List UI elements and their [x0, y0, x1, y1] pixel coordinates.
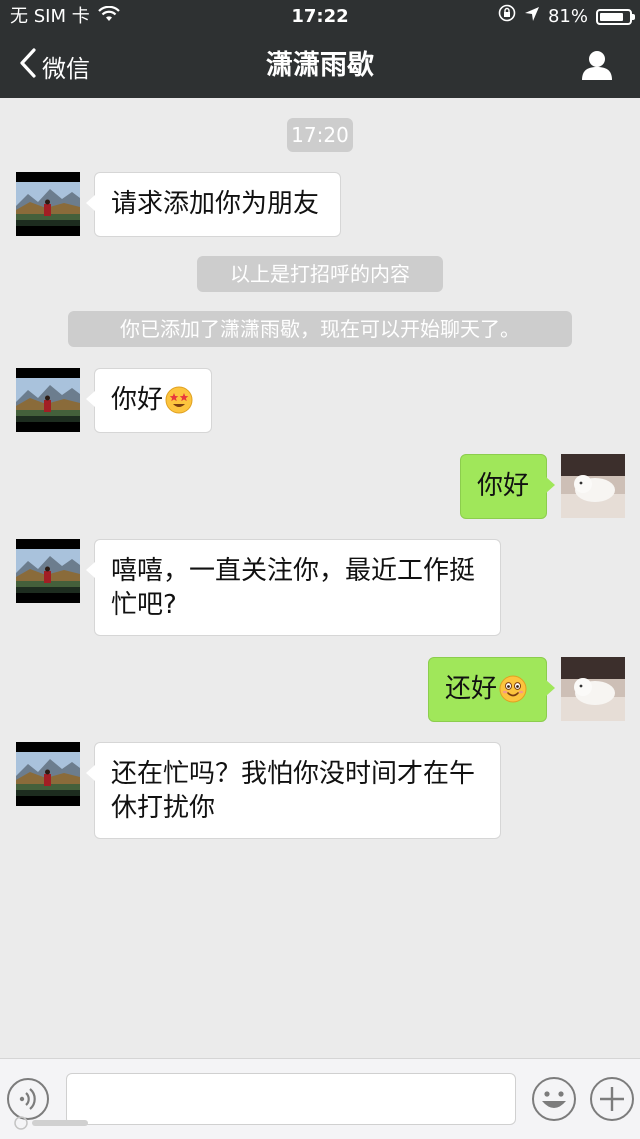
orientation-lock-icon: [498, 0, 516, 34]
input-bar: [0, 1058, 640, 1139]
chat-title: 潇潇雨歇: [266, 50, 374, 81]
battery-percent: 81%: [547, 6, 588, 27]
message-bubble-incoming[interactable]: 还在忙吗？我怕你没时间才在午休打扰你: [86, 742, 501, 839]
plus-icon: [590, 1077, 634, 1121]
system-note: 你已添加了潇潇雨歇，现在可以开始聊天了。: [68, 311, 572, 347]
my-avatar[interactable]: [561, 657, 625, 721]
top-bar: 无 SIM 卡 17:22 81% 微信 潇潇雨歇: [0, 0, 640, 98]
my-avatar[interactable]: [561, 454, 625, 518]
message-text: 还好: [445, 674, 498, 704]
system-note: 以上是打招呼的内容: [197, 256, 443, 292]
profile-icon: [582, 51, 612, 80]
emoji-icon: [532, 1077, 576, 1121]
message-bubble-incoming[interactable]: 嘻嘻，一直关注你，最近工作挺忙吧?: [86, 539, 501, 636]
message-input[interactable]: [66, 1073, 516, 1125]
nav-bar: 微信 潇潇雨歇: [0, 34, 640, 98]
contact-avatar[interactable]: [16, 368, 80, 432]
message-bubble-outgoing[interactable]: 你好: [460, 454, 555, 519]
watermark-icon: [12, 1114, 92, 1136]
message-bubble-incoming[interactable]: 请求添加你为朋友: [86, 172, 341, 237]
contact-avatar[interactable]: [16, 742, 80, 806]
contact-avatar[interactable]: [16, 172, 80, 236]
status-bar: 无 SIM 卡 17:22 81%: [0, 0, 640, 34]
contact-avatar[interactable]: [16, 539, 80, 603]
message-bubble-outgoing[interactable]: 还好: [428, 657, 555, 722]
profile-button[interactable]: [580, 48, 614, 82]
more-button[interactable]: [588, 1075, 636, 1123]
battery-icon: [596, 9, 635, 25]
message-bubble-incoming[interactable]: 你好: [86, 368, 212, 433]
smile-emoji-icon: [499, 675, 527, 712]
location-arrow-icon: [524, 0, 540, 34]
message-text: 你好: [111, 385, 164, 415]
battery-level: [600, 13, 623, 21]
timestamp-chip: 17:20: [287, 118, 353, 152]
emoji-button[interactable]: [530, 1075, 578, 1123]
starry-eyes-emoji-icon: [165, 386, 193, 423]
